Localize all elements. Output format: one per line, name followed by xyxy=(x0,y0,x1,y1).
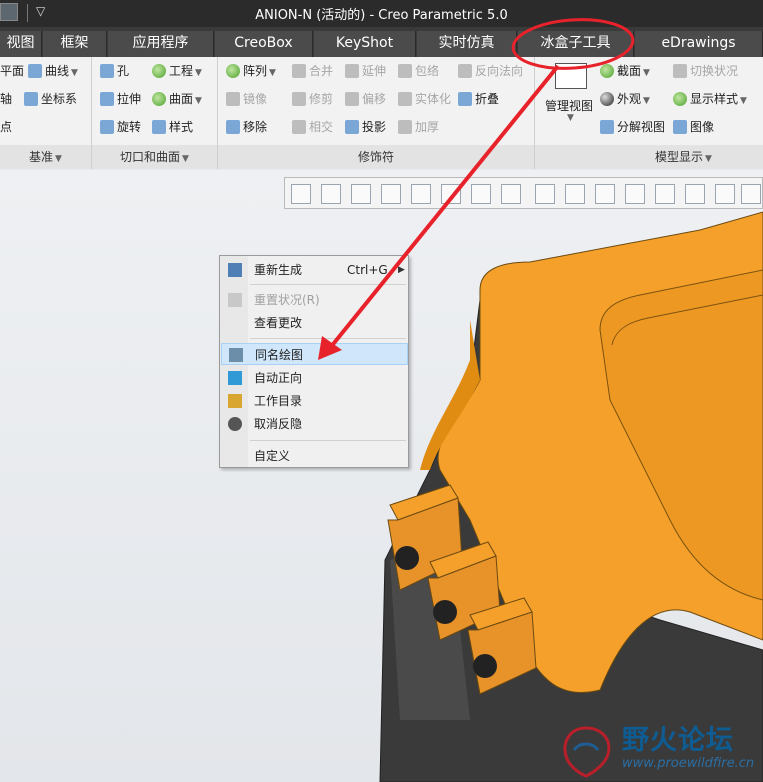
annotation-overlay xyxy=(318,18,635,360)
annotation-arrow-line xyxy=(328,64,560,350)
watermark-url: www.proewildfire.cn xyxy=(622,756,755,771)
annotation-ellipse xyxy=(511,18,635,70)
watermark-name: 野火论坛 xyxy=(622,725,734,756)
watermark-logo-icon xyxy=(563,726,611,778)
watermark: 野火论坛 www.proewildfire.cn xyxy=(556,718,763,782)
